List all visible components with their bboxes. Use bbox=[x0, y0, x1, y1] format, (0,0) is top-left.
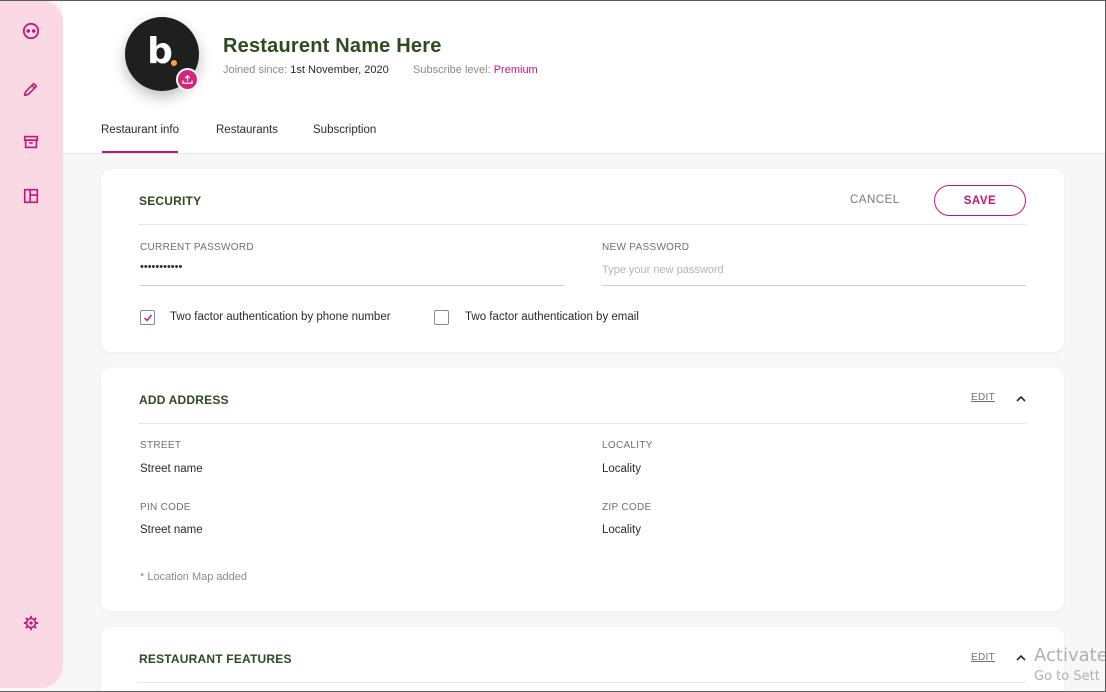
new-password-field[interactable] bbox=[602, 259, 1026, 281]
gear-icon[interactable] bbox=[21, 613, 41, 633]
locality-value: Locality bbox=[602, 463, 641, 475]
check-icon bbox=[143, 314, 152, 322]
new-password-label: NEW PASSWORD bbox=[602, 242, 690, 253]
tab-restaurant-info[interactable]: Restaurant info bbox=[101, 124, 179, 136]
pencil-icon[interactable] bbox=[21, 79, 41, 99]
active-tab-indicator bbox=[102, 151, 178, 153]
subscribe-info: Subscribe level: Premium bbox=[413, 64, 538, 76]
tabs-divider bbox=[63, 153, 1106, 154]
locality-label: LOCALITY bbox=[602, 440, 653, 451]
street-value: Street name bbox=[140, 463, 203, 475]
sidebar bbox=[0, 0, 63, 688]
current-password-field[interactable]: ••••••••••• bbox=[140, 261, 182, 273]
layout-icon[interactable] bbox=[21, 186, 41, 206]
pin-code-value: Street name bbox=[140, 524, 203, 536]
two-factor-email-label: Two factor authentication by email bbox=[465, 311, 639, 323]
subscribe-label: Subscribe level: bbox=[413, 64, 491, 76]
joined-info: Joined since: 1st November, 2020 bbox=[223, 64, 389, 76]
two-factor-phone-label: Two factor authentication by phone numbe… bbox=[170, 311, 391, 323]
avatar-letter: b bbox=[147, 31, 173, 72]
features-title: RESTAURANT FEATURES bbox=[139, 652, 292, 666]
chevron-up-icon[interactable] bbox=[1014, 651, 1028, 665]
address-divider bbox=[138, 423, 1026, 424]
security-divider bbox=[138, 224, 1026, 225]
address-title: ADD ADDRESS bbox=[139, 393, 229, 407]
tab-subscription[interactable]: Subscription bbox=[313, 124, 376, 136]
location-map-note: * Location Map added bbox=[140, 571, 248, 583]
features-divider bbox=[138, 682, 1026, 683]
chevron-up-icon[interactable] bbox=[1014, 392, 1028, 406]
subscribe-value: Premium bbox=[493, 64, 538, 76]
joined-value: 1st November, 2020 bbox=[290, 64, 389, 76]
restaurant-name: Restaurent Name Here bbox=[223, 35, 442, 57]
address-edit-link[interactable]: EDIT bbox=[971, 392, 995, 403]
avatar-dot bbox=[171, 60, 177, 66]
features-edit-link[interactable]: EDIT bbox=[971, 652, 995, 663]
zip-code-label: ZIP CODE bbox=[602, 502, 652, 513]
save-button[interactable]: SAVE bbox=[934, 185, 1026, 216]
two-factor-email-checkbox[interactable] bbox=[434, 310, 449, 325]
activation-watermark-line2: Go to Sett bbox=[1034, 669, 1100, 684]
features-card: RESTAURANT FEATURES EDIT bbox=[101, 627, 1064, 692]
current-password-underline bbox=[140, 285, 564, 286]
activation-watermark-line1: Activate bbox=[1034, 645, 1106, 666]
mask-icon[interactable] bbox=[21, 21, 41, 41]
security-title: SECURITY bbox=[139, 194, 202, 208]
security-card: SECURITY CANCEL SAVE CURRENT PASSWORD ••… bbox=[101, 169, 1064, 352]
address-card: ADD ADDRESS EDIT STREET Street name LOCA… bbox=[101, 368, 1064, 611]
current-password-label: CURRENT PASSWORD bbox=[140, 242, 254, 253]
new-password-underline bbox=[602, 285, 1026, 286]
archive-icon[interactable] bbox=[21, 132, 41, 152]
tab-restaurants[interactable]: Restaurants bbox=[216, 124, 278, 136]
upload-icon[interactable] bbox=[176, 68, 199, 91]
joined-label: Joined since: bbox=[223, 64, 288, 76]
two-factor-phone-checkbox[interactable] bbox=[140, 310, 155, 325]
cancel-button[interactable]: CANCEL bbox=[850, 194, 900, 206]
pin-code-label: PIN CODE bbox=[140, 502, 191, 513]
zip-code-value: Locality bbox=[602, 524, 641, 536]
street-label: STREET bbox=[140, 440, 182, 451]
